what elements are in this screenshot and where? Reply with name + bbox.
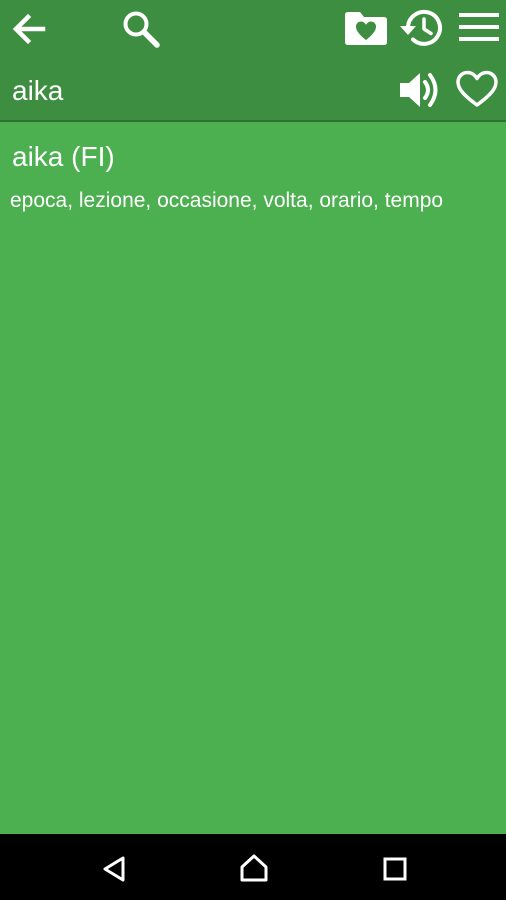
entry-headword: aika (FI)	[12, 141, 115, 172]
home-icon[interactable]	[238, 852, 270, 884]
entry-translation: epoca, lezione, occasione, volta, orario…	[10, 189, 444, 212]
history-icon[interactable]	[398, 6, 446, 50]
top-toolbar	[0, 0, 506, 58]
heart-outline-icon[interactable]	[454, 68, 500, 110]
back-triangle-icon[interactable]	[101, 855, 127, 883]
menu-icon[interactable]	[459, 11, 499, 45]
recents-square-icon[interactable]	[382, 856, 408, 882]
system-navigation-bar	[0, 834, 506, 900]
back-arrow-icon[interactable]	[10, 10, 48, 48]
search-icon[interactable]	[120, 8, 162, 50]
entry-word: aika	[12, 75, 64, 106]
entry-content: aika (FI) epoca, lezione, occasione, vol…	[0, 122, 506, 834]
speaker-icon[interactable]	[397, 68, 443, 112]
favorites-folder-icon[interactable]	[343, 8, 389, 48]
